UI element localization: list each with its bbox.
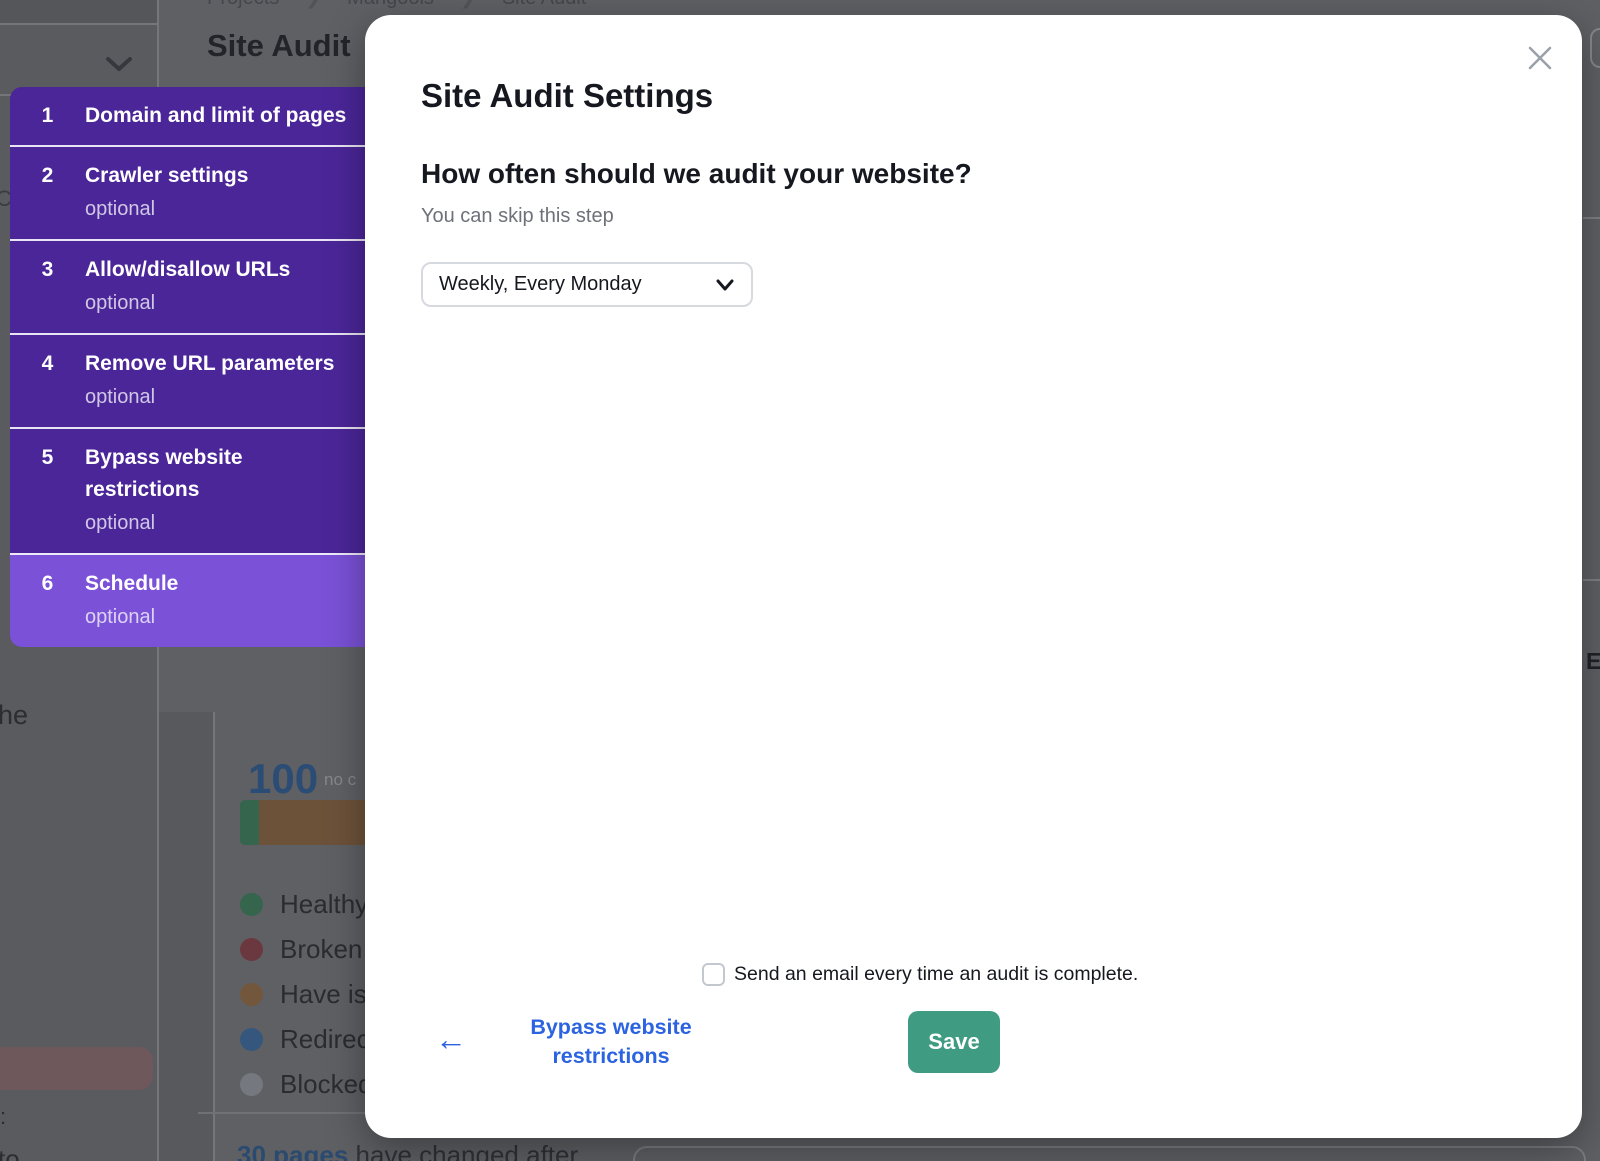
- step-number: 3: [10, 254, 85, 320]
- pages-status-bar: [240, 800, 365, 845]
- step-number: 2: [10, 160, 85, 226]
- skip-step-hint: You can skip this step: [421, 205, 614, 228]
- site-audit-settings-modal: Site Audit Settings How often should we …: [365, 15, 1582, 1138]
- step-number: 4: [10, 348, 85, 414]
- bypass-website-restrictions-link[interactable]: Bypass website restrictions: [511, 1013, 711, 1071]
- step-label: Schedule: [85, 568, 349, 600]
- step-label: Remove URL parameters: [85, 348, 349, 380]
- changed-pages-count: 30 pages: [237, 1140, 348, 1161]
- background-divider-fragment: [1583, 579, 1600, 581]
- legend-dot-icon: [240, 893, 263, 916]
- wizard-step-6[interactable]: 6Scheduleoptional: [10, 553, 365, 647]
- wizard-step-4[interactable]: 4Remove URL parametersoptional: [10, 333, 365, 427]
- step-label: Bypass website restrictions: [85, 442, 349, 506]
- audit-frequency-select[interactable]: Weekly, Every Monday: [421, 262, 753, 307]
- background-highlighted-item: [0, 1047, 153, 1090]
- background-card-outline: [633, 1146, 1586, 1161]
- breadcrumb-separator-icon: ❯: [460, 0, 476, 10]
- breadcrumb-item: Site Audit: [502, 0, 587, 10]
- legend-dot-icon: [240, 1073, 263, 1096]
- breadcrumb-separator-icon: ❯: [305, 0, 321, 10]
- step-note: optional: [85, 286, 349, 320]
- legend-dot-icon: [240, 938, 263, 961]
- step-note: optional: [85, 192, 349, 226]
- email-notification-label: Send an email every time an audit is com…: [734, 963, 1138, 986]
- site-health-score: 100: [248, 755, 318, 803]
- save-button[interactable]: Save: [908, 1011, 1000, 1073]
- chevron-down-icon: [104, 53, 134, 75]
- email-notification-row: Send an email every time an audit is com…: [702, 963, 1138, 986]
- close-icon[interactable]: [1524, 42, 1556, 74]
- step-note: optional: [85, 380, 349, 414]
- wizard-step-5[interactable]: 5Bypass website restrictionsoptional: [10, 427, 365, 553]
- changed-pages-text: have changed after: [348, 1140, 578, 1161]
- site-health-score-note: no c: [324, 770, 356, 790]
- step-note: optional: [85, 600, 349, 634]
- step-number: 5: [10, 442, 85, 540]
- background-button-outline: [1590, 28, 1600, 68]
- wizard-step-2[interactable]: 2Crawler settingsoptional: [10, 145, 365, 239]
- step-number: 1: [10, 100, 85, 132]
- step-label: Crawler settings: [85, 160, 349, 192]
- wizard-step-3[interactable]: 3Allow/disallow URLsoptional: [10, 239, 365, 333]
- chevron-down-icon: [715, 278, 735, 292]
- step-label: Domain and limit of pages: [85, 100, 349, 132]
- background-horizontal-divider: [0, 23, 157, 25]
- step-number: 6: [10, 568, 85, 634]
- background-gutter-column: [159, 712, 213, 1161]
- audit-frequency-value: Weekly, Every Monday: [439, 273, 715, 296]
- clipped-text-fragment: to: [0, 1144, 20, 1161]
- back-arrow-icon[interactable]: ←: [435, 1023, 467, 1055]
- email-notification-checkbox[interactable]: [702, 963, 725, 986]
- legend-label: Healthy: [280, 889, 368, 920]
- legend-dot-icon: [240, 983, 263, 1006]
- changed-pages-note: 30 pages have changed after: [237, 1140, 578, 1161]
- breadcrumb: Projects ❯ Mangools ❯ Site Audit: [207, 0, 586, 10]
- status-bar-segment-healthy: [240, 800, 259, 845]
- schedule-question: How often should we audit your website?: [421, 158, 972, 190]
- breadcrumb-item: Projects: [207, 0, 279, 10]
- legend-label: Broken: [280, 934, 362, 965]
- legend-dot-icon: [240, 1028, 263, 1051]
- modal-title: Site Audit Settings: [421, 77, 713, 115]
- wizard-step-1[interactable]: 1Domain and limit of pages: [10, 87, 365, 145]
- clipped-text-fragment: :: [0, 1104, 6, 1130]
- background-divider-fragment: [1583, 217, 1600, 219]
- background-vertical-divider: [213, 712, 215, 1161]
- site-audit-settings-screen: Projects ❯ Mangools ❯ Site Audit Site Audit …: [0, 0, 1600, 1161]
- legend-label: Blocked: [280, 1069, 373, 1100]
- step-note: optional: [85, 506, 349, 540]
- clipped-text-fragment: he: [0, 700, 28, 731]
- clipped-text-fragment: E: [1586, 648, 1600, 675]
- step-label: Allow/disallow URLs: [85, 254, 349, 286]
- background-page-title: Site Audit: [207, 28, 351, 64]
- status-bar-segment-have-issues: [259, 800, 365, 845]
- breadcrumb-item: Mangools: [347, 0, 434, 10]
- background-top-band: [0, 0, 157, 23]
- wizard-steps: 1Domain and limit of pages2Crawler setti…: [10, 87, 365, 647]
